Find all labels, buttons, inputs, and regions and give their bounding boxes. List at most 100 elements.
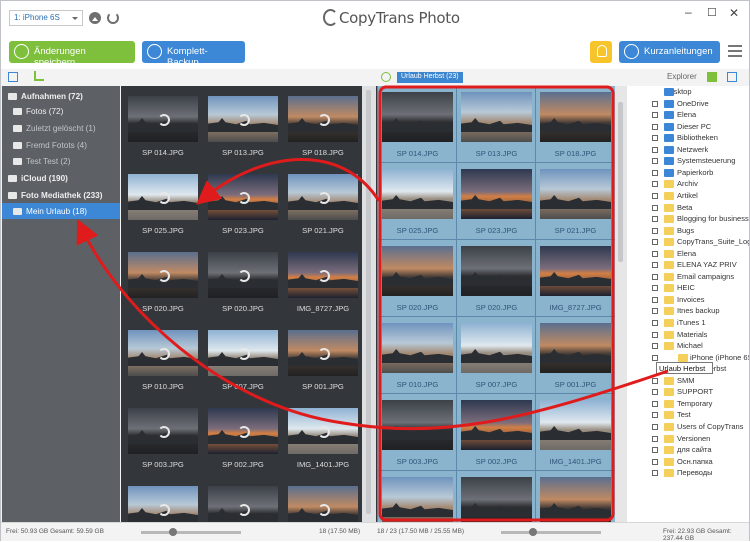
photo-tile[interactable]: SP 020.JPG [203, 242, 283, 320]
expand-checkbox[interactable] [652, 331, 658, 338]
explorer-folder-item[interactable]: Blogging for business [647, 213, 749, 225]
explorer-folder-item[interactable]: Materials [647, 329, 749, 341]
explorer-folder-item[interactable]: CopyTrans_Suite_Logo [647, 236, 749, 248]
explorer-folder-item[interactable]: Michael [647, 340, 749, 352]
explorer-folder-item[interactable]: ELENA YAZ PRIV [647, 259, 749, 271]
photo-tile[interactable]: SP 010.JPG [123, 320, 203, 398]
save-changes-button[interactable]: Änderungen speichern [9, 41, 135, 68]
expand-checkbox[interactable] [652, 273, 658, 280]
explorer-folder-item[interactable]: Elena [647, 248, 749, 260]
explorer-folder-item[interactable]: для сайта [647, 444, 749, 456]
explorer-folder-item[interactable]: Elena [647, 109, 749, 121]
photo-tile[interactable]: IMG_1401.JPG [283, 398, 362, 476]
explorer-folder-item[interactable]: iTunes 1 [647, 317, 749, 329]
photo-tile[interactable]: IMG_8727.JPG [283, 242, 362, 320]
explorer-folder-item[interactable]: Invoices [647, 294, 749, 306]
photo-tile[interactable]: SP 007.JPG [456, 316, 537, 395]
expand-checkbox[interactable] [652, 400, 658, 407]
explorer-folder-item[interactable]: Versionen [647, 433, 749, 445]
pc-grid-scrollbar[interactable] [615, 86, 627, 522]
add-album-icon[interactable] [34, 71, 44, 81]
explorer-folder-item[interactable]: Beta [647, 202, 749, 214]
expand-checkbox[interactable] [652, 216, 658, 223]
explorer-folder-item[interactable]: Systemsteuerung [647, 155, 749, 167]
refresh-icon[interactable] [107, 12, 119, 24]
explorer-folder-item[interactable]: Test [647, 409, 749, 421]
expand-checkbox[interactable] [652, 112, 658, 119]
expand-checkbox[interactable] [652, 100, 658, 107]
album-tag[interactable]: Urlaub Herbst (23) [397, 72, 463, 83]
explorer-folder-item[interactable]: Переводы [647, 467, 749, 479]
right-zoom-slider[interactable] [501, 531, 601, 534]
album-tree-item[interactable]: Foto Mediathek (233) [2, 187, 120, 203]
photo-tile[interactable] [283, 476, 362, 522]
explorer-folder-item[interactable]: Email campaigns [647, 271, 749, 283]
explorer-folder-item[interactable]: Itnes backup [647, 305, 749, 317]
photo-tile[interactable]: SP 007.JPG [203, 320, 283, 398]
expand-checkbox[interactable] [652, 227, 658, 234]
collapse-panel-icon[interactable] [8, 72, 18, 82]
panel-scrollbar[interactable] [362, 86, 376, 522]
expand-checkbox[interactable] [652, 343, 658, 350]
photo-tile[interactable]: SP 018.JPG [535, 86, 615, 164]
expand-checkbox[interactable] [652, 123, 658, 130]
expand-checkbox[interactable] [652, 250, 658, 257]
photo-tile[interactable] [203, 476, 283, 522]
explorer-folder-item[interactable]: Users of CopyTrans [647, 421, 749, 433]
photo-tile[interactable] [123, 476, 203, 522]
add-photo-icon[interactable] [381, 72, 391, 82]
explorer-folder-item[interactable]: Bugs [647, 225, 749, 237]
expand-checkbox[interactable] [652, 412, 658, 419]
album-tree-item[interactable]: Zuletzt gelöscht (1) [2, 120, 120, 136]
photo-tile[interactable]: SP 018.JPG [283, 86, 362, 164]
album-tree-item[interactable]: iCloud (190) [2, 170, 120, 186]
new-folder-icon[interactable] [707, 72, 717, 82]
expand-checkbox[interactable] [652, 192, 658, 199]
expand-checkbox[interactable] [652, 146, 658, 153]
expand-checkbox[interactable] [652, 158, 658, 165]
explorer-folder-item[interactable]: SUPPORT [647, 386, 749, 398]
expand-checkbox[interactable] [652, 204, 658, 211]
photo-tile[interactable]: SP 001.JPG [535, 316, 615, 395]
explorer-folder-item[interactable]: Осн.папка [647, 456, 749, 468]
eject-icon[interactable] [89, 12, 101, 24]
photo-tile[interactable] [535, 470, 615, 522]
expand-checkbox[interactable] [652, 470, 658, 477]
album-tree-item[interactable]: Mein Urlaub (18) [2, 203, 120, 219]
expand-checkbox[interactable] [652, 169, 658, 176]
expand-checkbox[interactable] [652, 181, 658, 188]
photo-tile[interactable]: SP 003.JPG [123, 398, 203, 476]
photo-tile[interactable]: SP 023.JPG [203, 164, 283, 242]
left-zoom-slider[interactable] [141, 531, 241, 534]
left-zoom-knob[interactable] [169, 528, 177, 536]
photo-tile[interactable] [377, 470, 458, 522]
photo-tile[interactable]: SP 002.JPG [203, 398, 283, 476]
right-zoom-knob[interactable] [529, 528, 537, 536]
expand-checkbox[interactable] [652, 239, 658, 246]
explorer-folder-item[interactable]: HEIC [647, 282, 749, 294]
maximize-icon[interactable]: ☐ [707, 6, 717, 19]
photo-tile[interactable]: SP 025.JPG [377, 162, 458, 241]
quick-guides-button[interactable]: Kurzanleitungen [619, 41, 720, 63]
expand-checkbox[interactable] [652, 354, 658, 361]
photo-tile[interactable] [456, 470, 537, 522]
album-tree-item[interactable]: Fotos (72) [2, 103, 120, 119]
photo-tile[interactable]: IMG_8727.JPG [535, 239, 615, 318]
expand-checkbox[interactable] [652, 435, 658, 442]
photo-tile[interactable]: SP 003.JPG [377, 393, 458, 472]
close-icon[interactable]: ✕ [729, 6, 739, 20]
photo-tile[interactable]: SP 020.JPG [377, 239, 458, 318]
explorer-folder-item[interactable]: SMM [647, 375, 749, 387]
explorer-folder-item[interactable]: Artikel [647, 190, 749, 202]
expand-checkbox[interactable] [652, 308, 658, 315]
expand-checkbox[interactable] [652, 377, 658, 384]
explorer-folder-item[interactable]: Netzwerk [647, 144, 749, 156]
expand-checkbox[interactable] [652, 320, 658, 326]
explorer-folder-item[interactable]: Dieser PC [647, 121, 749, 133]
explorer-folder-item[interactable]: Papierkorb [647, 167, 749, 179]
tips-bulb-icon[interactable] [590, 41, 612, 63]
explorer-folder-item[interactable]: Desktop [647, 86, 749, 98]
full-backup-button[interactable]: Komplett-Backup [142, 41, 245, 68]
expand-checkbox[interactable] [652, 262, 658, 269]
expand-checkbox[interactable] [652, 423, 658, 430]
